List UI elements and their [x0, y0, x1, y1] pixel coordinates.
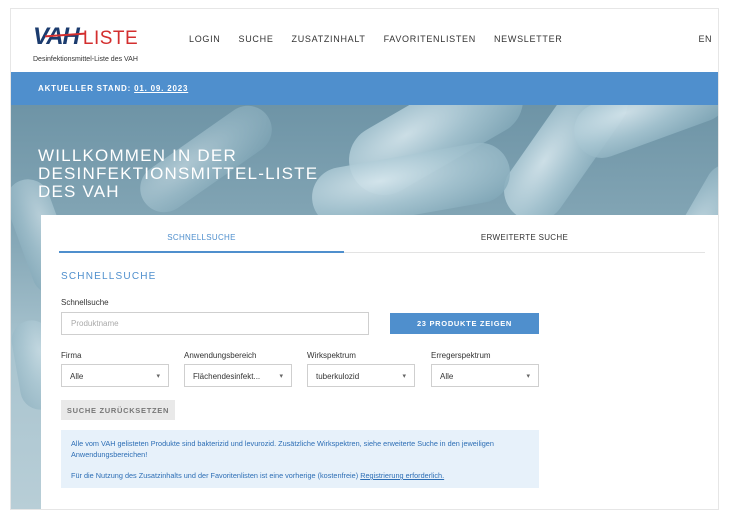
- chevron-down-icon: ▾: [156, 373, 160, 380]
- info-text-2: Für die Nutzung des Zusatzinhalts und de…: [71, 470, 529, 481]
- tab-schnellsuche[interactable]: SCHNELLSUCHE: [59, 233, 344, 242]
- registration-link[interactable]: Registrierung erforderlich.: [360, 471, 444, 480]
- reset-search-button[interactable]: SUCHE ZURÜCKSETZEN: [61, 400, 175, 420]
- nav-login[interactable]: LOGIN: [189, 34, 221, 44]
- nav-favoritenlisten[interactable]: FAVORITENLISTEN: [384, 34, 476, 44]
- browser-viewport: VAH LISTE Desinfektionsmittel-Liste des …: [10, 8, 719, 510]
- hero-title: WILLKOMMEN IN DER DESINFEKTIONSMITTEL-LI…: [38, 146, 319, 201]
- show-products-button[interactable]: 23 PRODUKTE ZEIGEN: [390, 313, 539, 334]
- site-header: VAH LISTE Desinfektionsmittel-Liste des …: [11, 9, 718, 72]
- filter-select-erregerspektrum[interactable]: Alle ▾: [431, 364, 539, 387]
- status-prefix: AKTUELLER STAND:: [38, 84, 132, 93]
- chevron-down-icon: ▾: [402, 373, 406, 380]
- filter-value-wirkspektrum: tuberkulozid: [316, 372, 360, 381]
- filter-label-anwendungsbereich: Anwendungsbereich: [184, 351, 257, 360]
- main-nav: LOGIN SUCHE ZUSATZINHALT FAVORITENLISTEN…: [189, 34, 580, 44]
- logo-liste-text: LISTE: [82, 28, 139, 49]
- filter-select-wirkspektrum[interactable]: tuberkulozid ▾: [307, 364, 415, 387]
- logo-subtitle: Desinfektionsmittel-Liste des VAH: [33, 56, 138, 63]
- filter-value-anwendungsbereich: Flächendesinfekt...: [193, 372, 261, 381]
- search-label: Schnellsuche: [61, 298, 109, 307]
- tab-erweiterte-suche[interactable]: ERWEITERTE SUCHE: [344, 233, 705, 242]
- filter-select-firma[interactable]: Alle ▾: [61, 364, 169, 387]
- filter-label-wirkspektrum: Wirkspektrum: [307, 351, 356, 360]
- nav-zusatzinhalt[interactable]: ZUSATZINHALT: [292, 34, 366, 44]
- logo-vah-text: VAH: [33, 23, 80, 50]
- active-tab-indicator: [59, 251, 344, 253]
- product-search-input[interactable]: [61, 312, 369, 335]
- filter-select-anwendungsbereich[interactable]: Flächendesinfekt... ▾: [184, 364, 292, 387]
- info-box: Alle vom VAH gelisteten Produkte sind ba…: [61, 430, 539, 488]
- chevron-down-icon: ▾: [526, 373, 530, 380]
- nav-newsletter[interactable]: NEWSLETTER: [494, 34, 563, 44]
- vah-logo[interactable]: VAH LISTE: [33, 25, 138, 49]
- status-text: AKTUELLER STAND: 01. 09. 2023: [38, 84, 188, 93]
- nav-suche[interactable]: SUCHE: [239, 34, 274, 44]
- filter-value-erregerspektrum: Alle: [440, 372, 454, 381]
- info-text-2-prefix: Für die Nutzung des Zusatzinhalts und de…: [71, 471, 361, 480]
- filter-label-firma: Firma: [61, 351, 82, 360]
- chevron-down-icon: ▾: [279, 373, 283, 380]
- filter-label-erregerspektrum: Erregerspektrum: [431, 351, 491, 360]
- search-panel: SCHNELLSUCHE ERWEITERTE SUCHE SCHNELLSUC…: [41, 215, 718, 509]
- section-title: SCHNELLSUCHE: [61, 271, 157, 282]
- status-bar: AKTUELLER STAND: 01. 09. 2023: [11, 72, 718, 105]
- language-switch[interactable]: EN: [698, 34, 712, 44]
- info-text-1: Alle vom VAH gelisteten Produkte sind ba…: [71, 439, 494, 459]
- status-date: 01. 09. 2023: [134, 84, 189, 93]
- filter-value-firma: Alle: [70, 372, 84, 381]
- search-tabs: SCHNELLSUCHE ERWEITERTE SUCHE: [59, 229, 705, 253]
